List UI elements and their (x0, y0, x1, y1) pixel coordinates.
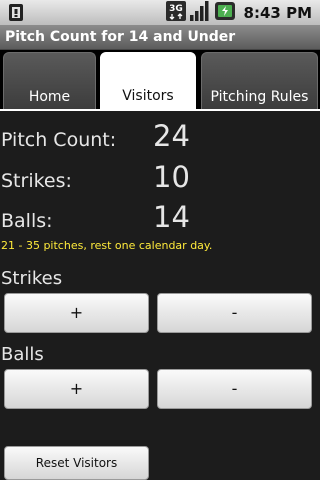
tab-home[interactable]: Home (3, 52, 96, 111)
strikes-label: Strikes: (1, 170, 72, 192)
tab-home-label: Home (28, 89, 71, 105)
app-title: Pitch Count for 14 and Under (5, 29, 236, 45)
rest-rule-note: 21 - 35 pitches, rest one calendar day. (1, 239, 213, 252)
strikes-heading: Strikes (1, 268, 63, 289)
strikes-plus-button[interactable]: + (4, 293, 149, 333)
app-title-bar: Pitch Count for 14 and Under (0, 25, 320, 50)
tab-bar: Home Visitors Pitching Rules (0, 50, 320, 111)
network-label: 3G (169, 4, 183, 14)
pitch-count-value: 24 (153, 119, 190, 153)
balls-heading: Balls (1, 344, 44, 365)
strikes-minus-button[interactable]: - (157, 293, 312, 333)
visitors-panel: Pitch Count: 24 Strikes: 10 Balls: 14 21… (0, 111, 320, 480)
balls-label: Balls: (1, 210, 53, 232)
balls-plus-button[interactable]: + (4, 369, 149, 409)
balls-minus-button[interactable]: - (157, 369, 312, 409)
reset-visitors-button[interactable]: Reset Visitors (4, 446, 149, 480)
battery-icon (214, 1, 236, 25)
pitch-count-label: Pitch Count: (1, 129, 117, 151)
clock: 8:43 PM (243, 3, 312, 22)
strikes-value: 10 (153, 160, 190, 194)
tab-visitors[interactable]: Visitors (100, 52, 196, 111)
tab-pitching-rules[interactable]: Pitching Rules (201, 52, 318, 111)
network-3g-icon: 3G (165, 0, 186, 25)
tab-pitching-rules-label: Pitching Rules (210, 89, 309, 105)
sim-icon (8, 3, 30, 22)
status-bar: 3G 8:43 PM (0, 0, 320, 25)
balls-value: 14 (153, 200, 190, 234)
tab-visitors-label: Visitors (122, 88, 174, 104)
signal-icon (189, 0, 210, 25)
